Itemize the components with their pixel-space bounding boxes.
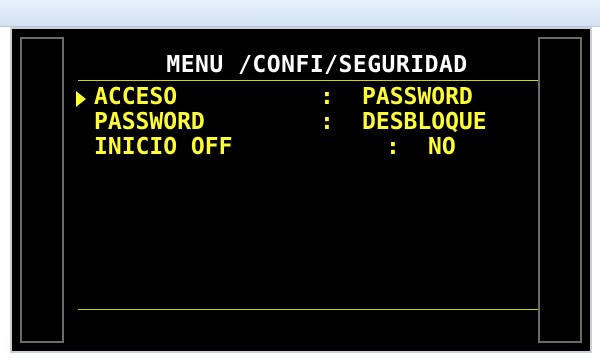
menu-item-separator: : — [320, 84, 334, 110]
menu-item-separator: : — [386, 134, 400, 160]
menu-list: ACCESO : PASSWORD PASSWORD : DESBLOQUE I… — [76, 85, 546, 160]
menu-item-separator: : — [320, 109, 334, 135]
menu-item-value: PASSWORD — [362, 84, 473, 110]
window-titlebar — [0, 0, 600, 27]
menu-item-label: PASSWORD — [94, 109, 205, 135]
menu-item-value: DESBLOQUE — [362, 109, 487, 135]
menu-title: MENU /CONFI/SEGURIDAD — [166, 52, 468, 78]
display-screen: MENU /CONFI/SEGURIDAD ACCESO : PASSWORD … — [10, 27, 592, 353]
app-window: MENU /CONFI/SEGURIDAD ACCESO : PASSWORD … — [0, 0, 600, 363]
menu-item-label: ACCESO — [94, 84, 178, 110]
menu-item-inicio-off[interactable]: INICIO OFF : NO — [76, 135, 546, 160]
right-side-panel — [538, 37, 582, 343]
selection-arrow-icon — [76, 91, 86, 107]
bottom-divider — [78, 309, 538, 310]
menu-item-value: NO — [428, 134, 456, 160]
menu-item-password[interactable]: PASSWORD : DESBLOQUE — [76, 110, 546, 135]
title-divider — [78, 80, 538, 81]
menu-item-label: INICIO OFF — [94, 134, 233, 160]
menu-item-acceso[interactable]: ACCESO : PASSWORD — [76, 85, 546, 110]
left-side-panel — [20, 37, 64, 343]
